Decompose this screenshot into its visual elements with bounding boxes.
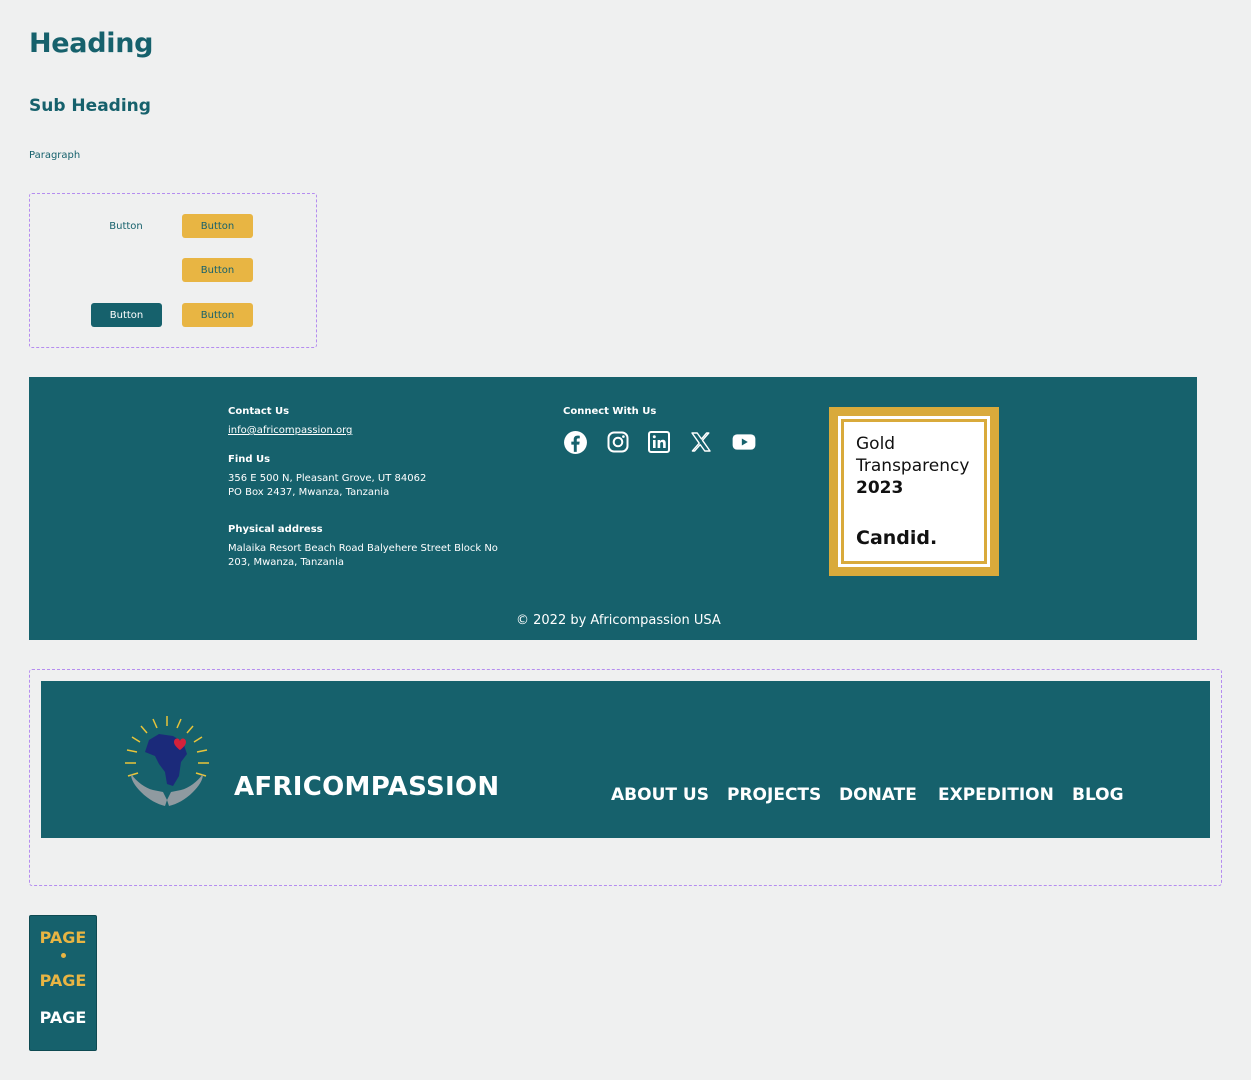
yellow-button-3[interactable]: Button — [182, 303, 253, 327]
physical-address-line-2: 203, Mwanza, Tanzania — [228, 557, 344, 568]
text-button[interactable]: Button — [90, 214, 162, 238]
badge-line-2: Transparency — [856, 456, 970, 476]
contact-label: Contact Us — [228, 406, 290, 417]
yellow-button-1[interactable]: Button — [182, 214, 253, 238]
paragraph-text: Paragraph — [29, 150, 81, 161]
nav-blog[interactable]: BLOG — [1072, 785, 1124, 805]
copyright-text: © 2022 by Africompassion USA — [516, 613, 721, 628]
instagram-icon[interactable] — [605, 429, 631, 455]
badge-line-3: 2023 — [856, 478, 904, 498]
page-menu: PAGE PAGE PAGE — [29, 915, 97, 1051]
physical-address-label: Physical address — [228, 524, 323, 535]
badge-border: Gold Transparency 2023 Candid. — [838, 416, 990, 567]
page-link-1-active[interactable]: PAGE — [30, 928, 96, 947]
nav-projects[interactable]: PROJECTS — [727, 785, 821, 805]
yellow-button-2[interactable]: Button — [182, 258, 253, 282]
badge-brand: Candid. — [856, 527, 938, 549]
connect-label: Connect With Us — [563, 406, 657, 417]
find-us-label: Find Us — [228, 454, 271, 465]
active-indicator-dot — [61, 953, 66, 958]
find-us-line-1: 356 E 500 N, Pleasant Grove, UT 84062 — [228, 473, 427, 484]
nav-about-us[interactable]: ABOUT US — [611, 785, 709, 805]
africompassion-logo-icon[interactable] — [119, 712, 215, 812]
linkedin-icon[interactable] — [646, 429, 672, 455]
page-link-3[interactable]: PAGE — [30, 1008, 96, 1027]
physical-address-line-1: Malaika Resort Beach Road Balyehere Stre… — [228, 543, 498, 554]
teal-button[interactable]: Button — [91, 303, 162, 327]
transparency-badge[interactable]: Gold Transparency 2023 Candid. — [829, 407, 999, 576]
youtube-icon[interactable] — [731, 429, 757, 455]
x-icon[interactable] — [688, 429, 714, 455]
badge-panel: Gold Transparency 2023 Candid. — [844, 422, 984, 561]
contact-email-link[interactable]: info@africompassion.org — [228, 425, 352, 436]
page-link-2[interactable]: PAGE — [30, 971, 96, 990]
facebook-icon[interactable] — [562, 429, 588, 455]
nav-expedition[interactable]: EXPEDITION — [938, 785, 1054, 805]
brand-name[interactable]: AFRICOMPASSION — [234, 772, 499, 802]
button-variants-frame — [29, 193, 317, 348]
find-us-line-2: PO Box 2437, Mwanza, Tanzania — [228, 487, 390, 498]
badge-line-1: Gold — [856, 434, 896, 454]
page-heading: Heading — [29, 28, 154, 59]
site-header — [41, 681, 1210, 838]
nav-donate[interactable]: DONATE — [839, 785, 917, 805]
sub-heading: Sub Heading — [29, 96, 151, 116]
